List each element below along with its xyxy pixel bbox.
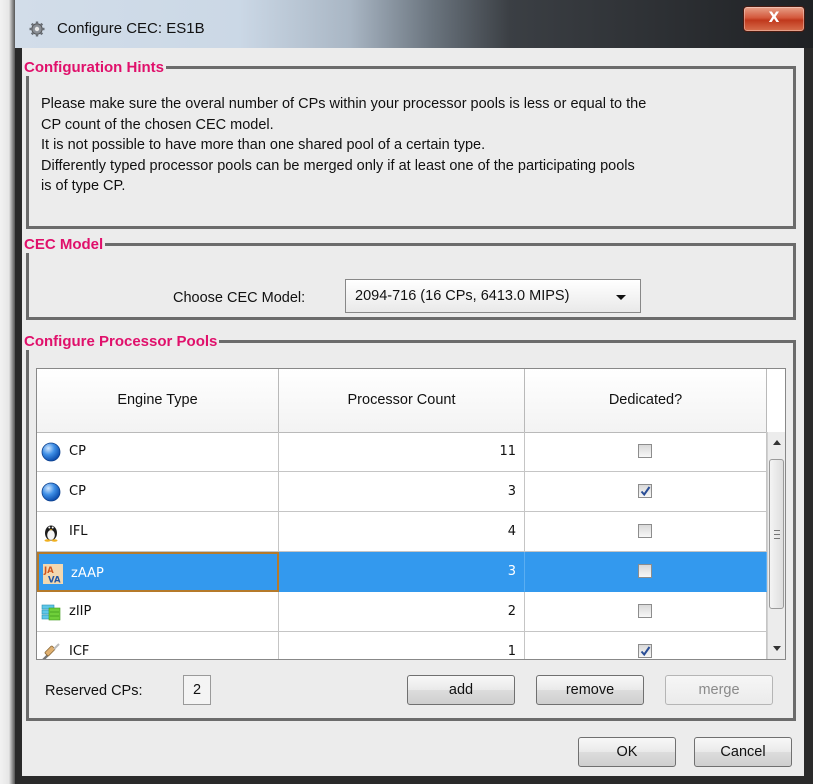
table-row[interactable]: IFL 4	[37, 512, 767, 552]
linux-penguin-icon	[44, 525, 58, 542]
engine-type-label: ICF	[69, 644, 90, 659]
java-icon: JA VA	[43, 564, 63, 584]
scroll-up-arrow-icon[interactable]	[773, 440, 781, 445]
svg-text:VA: VA	[48, 576, 61, 585]
hint-line: Differently typed processor pools can be…	[41, 157, 635, 174]
reserved-cps-label: Reserved CPs:	[45, 683, 143, 699]
cec-model-selected-value: 2094-716 (16 CPs, 6413.0 MIPS)	[355, 288, 570, 304]
chevron-down-icon	[616, 295, 626, 300]
remove-button[interactable]: remove	[536, 675, 644, 705]
cec-model-group: CEC Model Choose CEC Model: 2094-716 (16…	[24, 236, 796, 320]
close-button[interactable]: X	[743, 6, 805, 32]
table-row[interactable]: CP 11	[37, 432, 767, 472]
svg-text:JA: JA	[43, 566, 54, 576]
add-button[interactable]: add	[407, 675, 515, 705]
hint-line: CP count of the chosen CEC model.	[41, 116, 274, 133]
processor-pools-table: Engine Type Processor Count Dedicated? C…	[36, 368, 786, 660]
processor-count-cell[interactable]: 1	[279, 632, 525, 659]
processor-pools-legend: Configure Processor Pools	[24, 333, 218, 350]
engine-type-cell[interactable]: JA VA zAAP	[37, 552, 279, 592]
scroll-down-arrow-icon[interactable]	[773, 646, 781, 651]
globe-icon	[41, 482, 61, 502]
engine-type-cell[interactable]: CP	[37, 472, 279, 512]
dedicated-checkbox[interactable]	[638, 644, 652, 658]
globe-icon	[41, 442, 61, 462]
table-header: Engine Type Processor Count Dedicated?	[37, 369, 767, 433]
dedicated-cell	[525, 632, 767, 659]
processor-count-cell[interactable]: 3	[279, 472, 525, 512]
gear-icon	[29, 21, 45, 37]
database-icon	[41, 604, 61, 621]
grip-icon	[774, 530, 780, 539]
table-row[interactable]: JA VA zAAP 3	[37, 552, 767, 592]
engine-type-cell[interactable]: ICF	[37, 632, 279, 659]
dedicated-cell	[525, 512, 767, 552]
dialog-content: Configuration Hints Please make sure the…	[22, 48, 804, 776]
dedicated-cell	[525, 592, 767, 632]
dedicated-checkbox[interactable]	[638, 444, 652, 458]
processor-pools-group: Configure Processor Pools Engine Type Pr…	[24, 333, 796, 721]
cable-icon	[42, 643, 60, 659]
dialog-window: Configure CEC: ES1B X Configuration Hint…	[15, 0, 813, 784]
scrollbar-thumb[interactable]	[769, 459, 784, 609]
ok-button[interactable]: OK	[578, 737, 676, 767]
dedicated-checkbox[interactable]	[638, 604, 652, 618]
dedicated-checkbox[interactable]	[638, 484, 652, 498]
dedicated-checkbox[interactable]	[638, 524, 652, 538]
engine-type-label: zAAP	[71, 566, 104, 581]
hint-line: It is not possible to have more than one…	[41, 137, 486, 153]
table-row[interactable]: zIIP 2	[37, 592, 767, 632]
window-title: Configure CEC: ES1B	[57, 20, 205, 37]
engine-type-label: zIIP	[69, 604, 92, 619]
dedicated-cell	[525, 432, 767, 472]
engine-type-label: CP	[69, 444, 86, 459]
processor-count-cell[interactable]: 4	[279, 512, 525, 552]
engine-type-cell[interactable]: zIIP	[37, 592, 279, 632]
cancel-button[interactable]: Cancel	[694, 737, 792, 767]
processor-count-cell[interactable]: 2	[279, 592, 525, 632]
background-window-edge	[0, 0, 15, 784]
column-header-processor-count[interactable]: Processor Count	[279, 369, 525, 432]
cec-model-legend: CEC Model	[24, 236, 104, 253]
column-header-engine-type[interactable]: Engine Type	[37, 369, 279, 432]
checkmark-icon	[640, 486, 651, 497]
configuration-hints-group: Configuration Hints Please make sure the…	[24, 59, 796, 229]
table-row[interactable]: CP 3	[37, 472, 767, 512]
choose-cec-model-label: Choose CEC Model:	[173, 290, 306, 306]
title-bar[interactable]: Configure CEC: ES1B X	[15, 0, 813, 48]
table-row[interactable]: ICF 1	[37, 632, 767, 659]
table-vertical-scrollbar[interactable]	[767, 432, 785, 659]
reserved-cps-value: 2	[183, 675, 211, 705]
processor-count-cell[interactable]: 3	[279, 552, 525, 592]
column-header-dedicated[interactable]: Dedicated?	[525, 369, 767, 432]
processor-count-cell[interactable]: 11	[279, 432, 525, 472]
configuration-hints-legend: Configuration Hints	[24, 59, 164, 76]
engine-type-label: CP	[69, 484, 86, 499]
hint-line: is of type CP.	[41, 178, 126, 194]
dedicated-cell	[525, 472, 767, 512]
merge-button[interactable]: merge	[665, 675, 773, 705]
engine-type-cell[interactable]: IFL	[37, 512, 279, 552]
dedicated-checkbox[interactable]	[638, 564, 652, 578]
hint-line: Please make sure the overal number of CP…	[41, 96, 647, 112]
engine-type-label: IFL	[69, 524, 88, 539]
checkmark-icon	[640, 646, 651, 657]
dedicated-cell	[525, 552, 767, 592]
hints-text: Please make sure the overal number of CP…	[41, 94, 786, 197]
cec-model-dropdown[interactable]: 2094-716 (16 CPs, 6413.0 MIPS)	[345, 279, 641, 313]
engine-type-cell[interactable]: CP	[37, 432, 279, 472]
